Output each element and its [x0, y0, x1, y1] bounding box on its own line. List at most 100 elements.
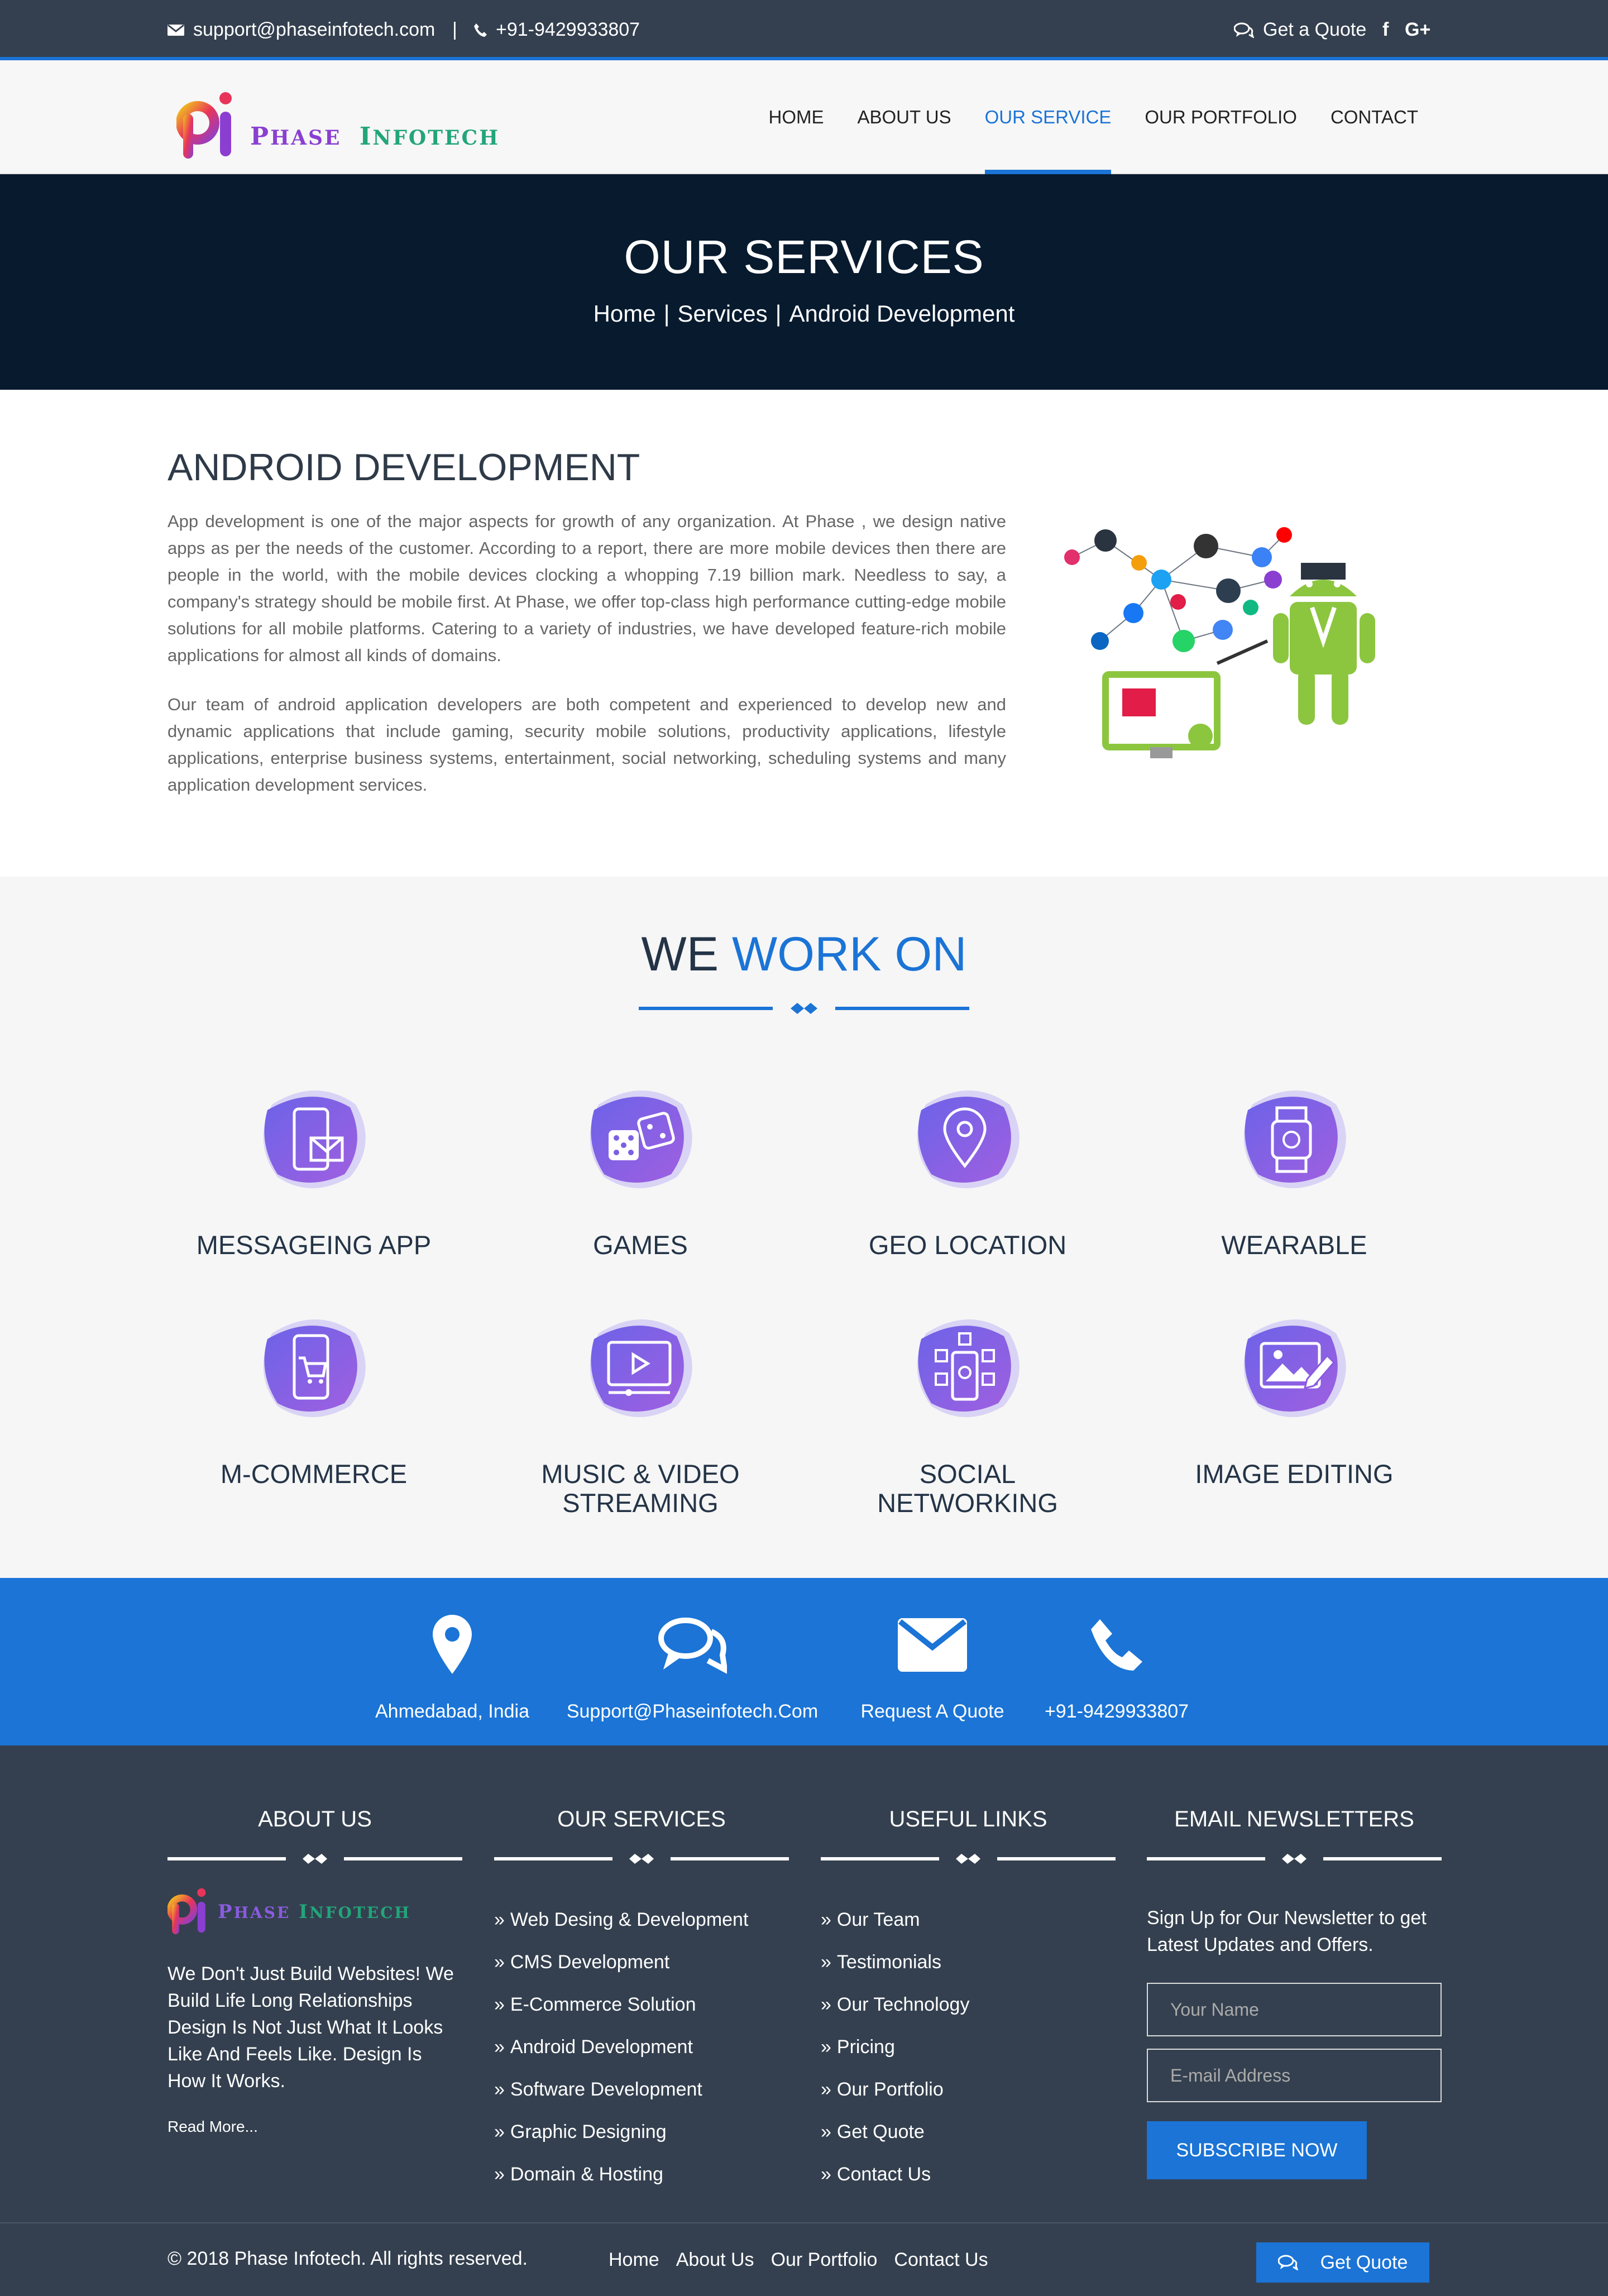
footer-service-link[interactable]: Android Development: [494, 2036, 789, 2079]
footer-useful-link[interactable]: Testimonials: [821, 1951, 1116, 1994]
top-bar: support@phaseinfotech.com | +91-94299338…: [0, 0, 1608, 60]
breadcrumb-home[interactable]: Home: [594, 300, 656, 327]
name-placeholder: Your Name: [1170, 1999, 1259, 2020]
section-title: ANDROID DEVELOPMENT: [168, 446, 640, 489]
copyright-link-contact[interactable]: Contact Us: [894, 2249, 988, 2271]
topbar-quote[interactable]: Get a Quote: [1234, 19, 1366, 41]
intro-paragraph: App development is one of the major aspe…: [168, 511, 1006, 665]
footer-useful-link[interactable]: Our Technology: [821, 1994, 1116, 2036]
work-title: WE WORK ON: [0, 927, 1608, 982]
footer-service-link[interactable]: Web Desing & Development: [494, 1909, 789, 1951]
work-title-a: WE: [641, 927, 719, 981]
footer-services-list: Web Desing & Development CMS Development…: [494, 1909, 789, 2206]
footer-logo[interactable]: PHASE INFOTECH: [168, 1888, 462, 1936]
service-card[interactable]: GAMES: [501, 1082, 780, 1260]
service-label: MESSAGEING APP: [196, 1230, 432, 1260]
footer-useful-link[interactable]: Our Portfolio: [821, 2079, 1116, 2121]
site-header: PHASE INFOTECH HOME ABOUT US OUR SERVICE…: [0, 60, 1608, 174]
video-player-icon: [590, 1319, 692, 1417]
service-card[interactable]: IMAGE EDITING: [1155, 1311, 1434, 1489]
footer-news-title: EMAIL NEWSLETTERS: [1174, 1807, 1414, 1831]
copyright-link-about[interactable]: About Us: [676, 2249, 754, 2271]
copyright-bar: © 2018 Phase Infotech. All rights reserv…: [0, 2222, 1608, 2296]
ornament-icon: [303, 1854, 327, 1864]
footer-service-link[interactable]: E-Commerce Solution: [494, 1994, 789, 2036]
topbar-divider: |: [452, 19, 457, 40]
topbar-email-text: support@phaseinfotech.com: [193, 19, 436, 40]
footer-service-link[interactable]: CMS Development: [494, 1951, 789, 1994]
work-title-b: WORK ON: [732, 927, 967, 981]
envelope-icon: [168, 24, 184, 36]
footer-logo-text: PHASE INFOTECH: [218, 1901, 411, 1923]
footer-service-link[interactable]: Domain & Hosting: [494, 2164, 789, 2206]
newsletter-email-input[interactable]: E-mail Address: [1147, 2049, 1442, 2102]
footer-services-title: OUR SERVICES: [557, 1807, 726, 1831]
strip-quote[interactable]: Request A Quote: [849, 1611, 1016, 1723]
copyright-link-portfolio[interactable]: Our Portfolio: [771, 2249, 878, 2271]
strip-phone[interactable]: +91-9429933807: [1038, 1611, 1195, 1723]
we-work-on-section: WE WORK ON MESSAGEING APP GAMES GEO LOCA…: [0, 877, 1608, 1578]
service-card[interactable]: WEARABLE: [1155, 1082, 1434, 1260]
page-title: OUR SERVICES: [624, 231, 984, 283]
email-placeholder: E-mail Address: [1170, 2065, 1291, 2085]
strip-location[interactable]: Ahmedabad, India: [368, 1611, 536, 1723]
footer-about-text: We Don't Just Build Websites! We Build L…: [168, 1963, 454, 2092]
footer-links-list: Our Team Testimonials Our Technology Pri…: [821, 1909, 1116, 2206]
service-card[interactable]: SOCIAL NETWORKING: [828, 1311, 1107, 1518]
breadcrumb-services[interactable]: Services: [678, 300, 768, 327]
footer-useful-link[interactable]: Contact Us: [821, 2164, 1116, 2206]
phone-icon: [1091, 1619, 1142, 1671]
service-label: WEARABLE: [1221, 1230, 1367, 1260]
service-card[interactable]: M-COMMERCE: [174, 1311, 453, 1489]
facebook-icon[interactable]: f: [1382, 19, 1389, 41]
dice-icon: [590, 1090, 692, 1188]
copyright-link-home[interactable]: Home: [609, 2249, 659, 2271]
ornament-icon: [1282, 1854, 1306, 1864]
subscribe-button[interactable]: SUBSCRIBE NOW: [1147, 2121, 1367, 2179]
service-card[interactable]: MUSIC & VIDEO STREAMING: [501, 1311, 780, 1518]
newsletter-name-input[interactable]: Your Name: [1147, 1983, 1442, 2036]
nav-our-portfolio[interactable]: OUR PORTFOLIO: [1145, 60, 1297, 174]
footer-newsletter: EMAIL NEWSLETTERS Sign Up for Our Newsle…: [1147, 1807, 1442, 2179]
service-card[interactable]: GEO LOCATION: [828, 1082, 1107, 1260]
topbar-quote-text: Get a Quote: [1263, 19, 1367, 40]
logo-mark-icon: [176, 92, 232, 159]
nav-about-us[interactable]: ABOUT US: [857, 60, 951, 174]
newsletter-text: Sign Up for Our Newsletter to get Latest…: [1147, 1907, 1427, 1955]
nav-our-service[interactable]: OUR SERVICE: [984, 60, 1111, 174]
read-more-link[interactable]: Read More...: [168, 2118, 462, 2136]
site-logo[interactable]: PHASE INFOTECH: [176, 92, 500, 161]
service-label: SOCIAL NETWORKING: [877, 1459, 1058, 1518]
topbar-email[interactable]: support@phaseinfotech.com: [168, 19, 435, 41]
logo-mark-icon: [168, 1888, 206, 1935]
strip-location-text: Ahmedabad, India: [375, 1701, 529, 1722]
strip-phone-text: +91-9429933807: [1044, 1701, 1189, 1722]
footer-service-link[interactable]: Graphic Designing: [494, 2121, 789, 2164]
map-marker-icon: [433, 1615, 472, 1674]
page-banner: OUR SERVICES Home | Services | Android Devel…: [0, 174, 1608, 390]
nav-home[interactable]: HOME: [768, 60, 824, 174]
social-network-icon: [917, 1319, 1020, 1417]
footer-useful-link[interactable]: Our Team: [821, 1909, 1116, 1951]
shopping-cart-icon: [263, 1319, 366, 1417]
nav-contact[interactable]: CONTACT: [1331, 60, 1418, 174]
service-label: GAMES: [593, 1230, 688, 1260]
footer-useful-link[interactable]: Pricing: [821, 2036, 1116, 2079]
footer-useful-link[interactable]: Get Quote: [821, 2121, 1116, 2164]
smartwatch-icon: [1243, 1090, 1346, 1188]
topbar-phone[interactable]: +91-9429933807: [473, 19, 640, 41]
google-plus-icon[interactable]: G+: [1405, 19, 1430, 41]
site-footer: ABOUT US PHASE INFOTECH We Don't Just Bu…: [0, 1745, 1608, 2296]
footer-service-link[interactable]: Software Development: [494, 2079, 789, 2121]
get-quote-button[interactable]: Get Quote: [1256, 2242, 1429, 2283]
service-label: IMAGE EDITING: [1195, 1459, 1394, 1489]
get-quote-label: Get Quote: [1320, 2251, 1408, 2273]
logo-text: PHASE INFOTECH: [250, 122, 500, 151]
service-card[interactable]: MESSAGEING APP: [174, 1082, 453, 1260]
strip-email[interactable]: Support@Phaseinfotech.Com: [564, 1611, 821, 1723]
team-paragraph: Our team of android application develope…: [168, 695, 1006, 795]
breadcrumb: Home | Services | Android Development: [593, 300, 1015, 327]
breadcrumb-current: Android Development: [789, 300, 1015, 327]
chat-icon: [1234, 22, 1254, 38]
location-pin-icon: [917, 1090, 1020, 1188]
